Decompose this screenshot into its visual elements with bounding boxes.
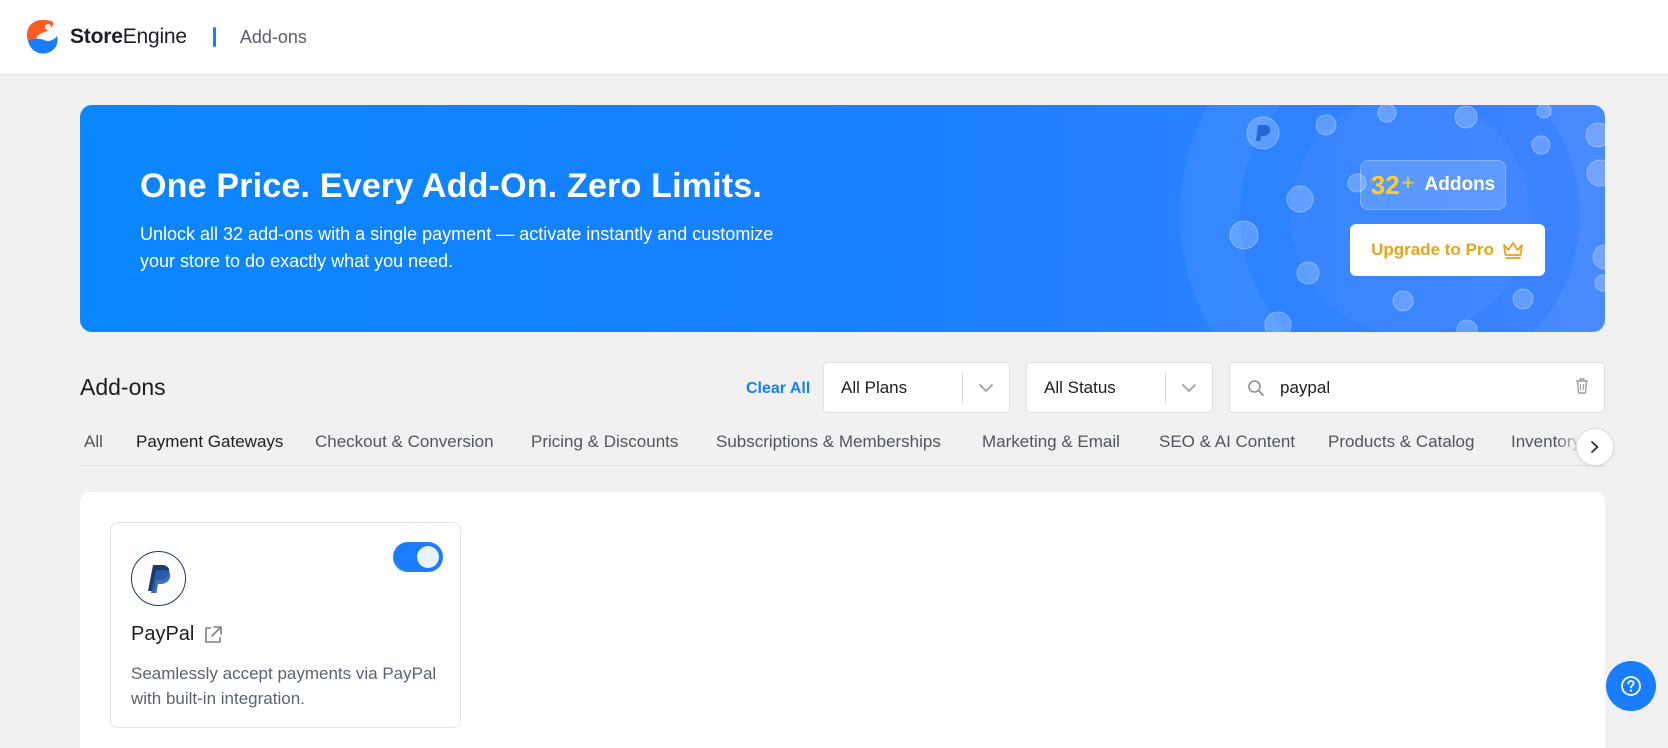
status-select[interactable]: All Status bbox=[1026, 362, 1213, 413]
storeengine-logo-icon bbox=[26, 20, 58, 54]
promo-banner: One Price. Every Add-On. Zero Limits. Un… bbox=[80, 105, 1605, 332]
upgrade-to-pro-button[interactable]: Upgrade to Pro bbox=[1350, 224, 1545, 276]
chevron-right-icon bbox=[1591, 441, 1599, 453]
tab-all[interactable]: All bbox=[84, 432, 103, 465]
help-button[interactable] bbox=[1606, 661, 1656, 711]
addon-search bbox=[1229, 362, 1605, 413]
addon-name-text: PayPal bbox=[131, 623, 195, 645]
clear-all-link[interactable]: Clear All bbox=[746, 380, 810, 398]
search-input[interactable] bbox=[1280, 375, 1550, 401]
trash-icon[interactable] bbox=[1574, 377, 1590, 395]
page-breadcrumb: Add-ons bbox=[239, 26, 307, 47]
tab-marketing-email[interactable]: Marketing & Email bbox=[982, 432, 1120, 465]
addons-count: 32 bbox=[1370, 169, 1400, 200]
hero-subtitle: Unlock all 32 add-ons with a single paym… bbox=[140, 224, 774, 271]
status-select-value: All Status bbox=[1044, 377, 1116, 397]
brand-name: StoreEngine bbox=[70, 25, 187, 48]
tab-payment-gateways[interactable]: Payment Gateways bbox=[131, 432, 288, 465]
category-tabs: All Payment Gateways Checkout & Conversi… bbox=[80, 420, 1605, 466]
paypal-logo-icon bbox=[131, 551, 186, 606]
toggle-knob bbox=[417, 546, 439, 568]
tab-checkout-conversion[interactable]: Checkout & Conversion bbox=[315, 432, 494, 465]
hero-title: One Price. Every Add-On. Zero Limits. bbox=[140, 167, 763, 205]
crown-icon bbox=[1502, 242, 1523, 259]
tabs-scroll-next-button[interactable] bbox=[1576, 428, 1614, 466]
addon-card-paypal: PayPal Seamlessly accept payments via Pa… bbox=[110, 522, 461, 728]
tab-pricing-discounts[interactable]: Pricing & Discounts bbox=[531, 432, 678, 465]
plans-select-value: All Plans bbox=[841, 377, 908, 397]
addons-label: Addons bbox=[1424, 174, 1496, 195]
upgrade-label: Upgrade to Pro bbox=[1371, 240, 1494, 259]
addon-enable-toggle[interactable] bbox=[393, 542, 443, 572]
addons-count-plus: + bbox=[1401, 170, 1415, 195]
addon-name[interactable]: PayPal bbox=[131, 623, 224, 646]
help-icon bbox=[1621, 676, 1641, 696]
tab-subscriptions-memberships[interactable]: Subscriptions & Memberships bbox=[716, 432, 941, 465]
addon-description: Seamlessly accept payments via PayPal wi… bbox=[131, 664, 437, 708]
chevron-down-icon bbox=[1166, 383, 1212, 393]
addons-count-badge: 32 + Addons bbox=[1360, 160, 1506, 210]
search-icon bbox=[1248, 380, 1264, 396]
plans-select[interactable]: All Plans bbox=[823, 362, 1010, 413]
external-link-icon[interactable] bbox=[202, 624, 224, 646]
brand-logo[interactable]: StoreEngine bbox=[22, 17, 187, 57]
addons-orbit-decoration bbox=[1180, 105, 1605, 332]
tab-seo-ai-content[interactable]: SEO & AI Content bbox=[1159, 432, 1295, 465]
header-divider bbox=[212, 27, 216, 47]
chevron-down-icon bbox=[963, 383, 1009, 393]
top-header: StoreEngine Add-ons bbox=[0, 0, 1668, 75]
addons-section-title: Add-ons bbox=[80, 374, 166, 400]
tab-products-catalog[interactable]: Products & Catalog bbox=[1328, 432, 1474, 465]
